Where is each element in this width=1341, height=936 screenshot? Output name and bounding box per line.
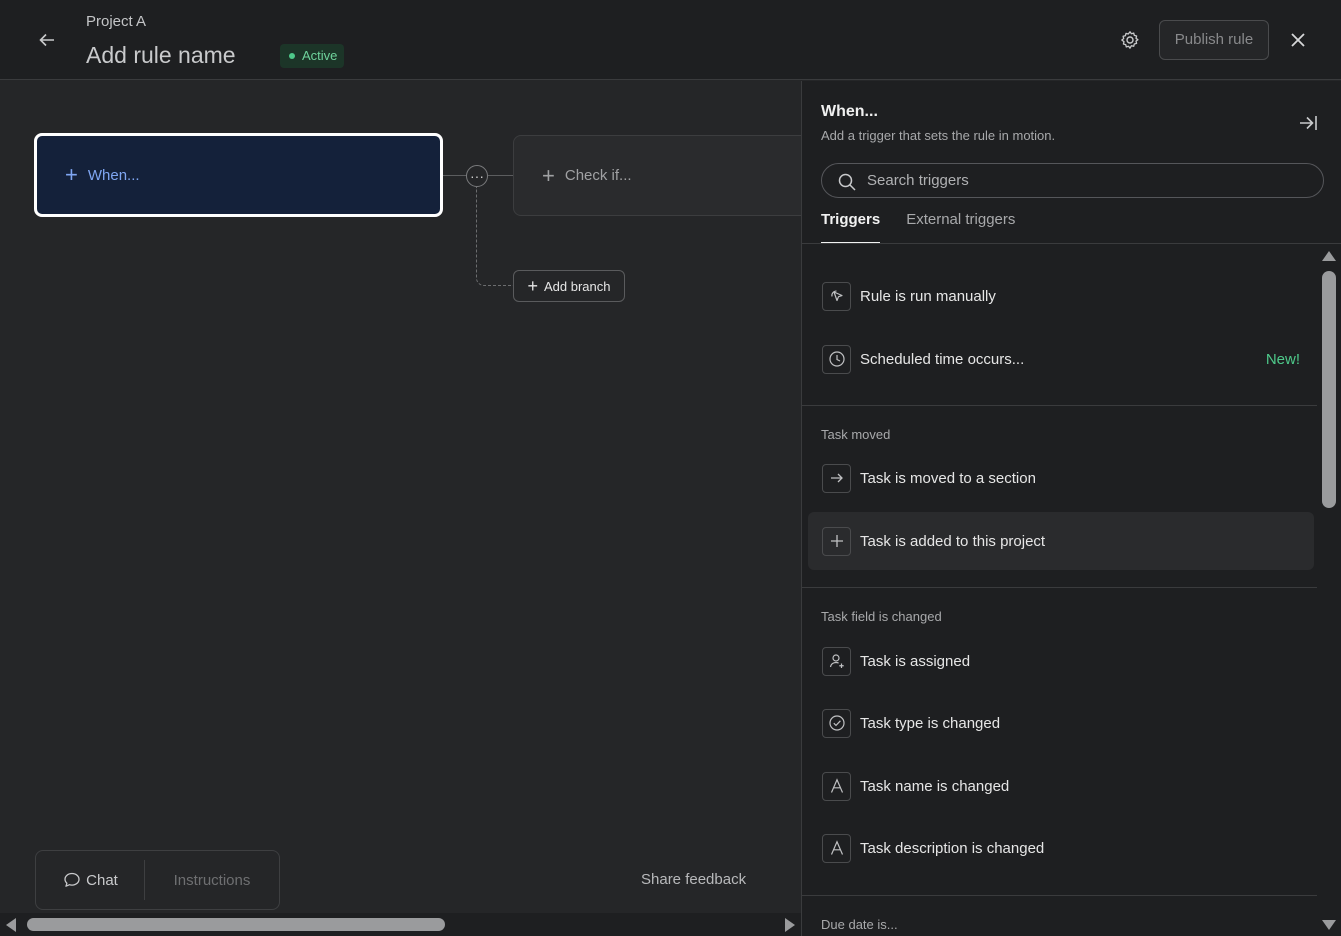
arrow-left-icon	[39, 33, 54, 47]
collapse-panel-button[interactable]	[1296, 111, 1320, 135]
new-badge: New!	[1265, 350, 1300, 368]
branch-connector-line	[476, 187, 514, 286]
more-options-button[interactable]: ···	[466, 165, 488, 187]
scroll-right-arrow-icon[interactable]	[785, 918, 795, 932]
instructions-button[interactable]: Instructions	[145, 851, 279, 909]
rule-name-title[interactable]: Add rule name	[86, 42, 236, 69]
trigger-tabs: Triggers External triggers	[821, 208, 1041, 244]
user-add-icon	[822, 646, 851, 676]
trigger-item-label: Task is added to this project	[860, 532, 1046, 550]
collapse-right-icon	[1300, 116, 1317, 130]
section-header-task-moved: Task moved	[821, 427, 891, 442]
when-trigger-node[interactable]: + When...	[34, 133, 443, 217]
section-header-due-date: Due date is...	[821, 917, 898, 932]
search-triggers-input[interactable]	[867, 164, 1307, 197]
search-triggers-field[interactable]	[821, 163, 1324, 198]
plus-icon: +	[542, 162, 555, 188]
check-node-label: Check if...	[564, 167, 632, 184]
section-divider	[802, 587, 1318, 588]
scroll-up-arrow-icon[interactable]	[1322, 251, 1336, 261]
trigger-item-run-manually[interactable]: Rule is run manually	[808, 267, 1314, 325]
tab-external-triggers[interactable]: External triggers	[906, 208, 1015, 244]
section-divider	[802, 405, 1318, 406]
trigger-item-task-name-changed[interactable]: Task name is changed	[808, 757, 1314, 815]
section-header-task-field-changed: Task field is changed	[821, 609, 942, 624]
chat-toolbar: Chat Instructions	[35, 850, 280, 910]
trigger-item-label: Task name is changed	[860, 777, 1010, 795]
add-branch-label: Add branch	[544, 278, 611, 294]
clock-icon	[822, 344, 851, 374]
status-badge: Active	[280, 44, 345, 68]
trigger-item-label: Task description is changed	[860, 839, 1045, 857]
horizontal-scroll-thumb[interactable]	[27, 918, 445, 931]
speech-bubble-icon	[64, 872, 80, 887]
chat-label: Chat	[86, 871, 118, 889]
trigger-item-label: Task is assigned	[860, 652, 971, 670]
trigger-item-task-assigned[interactable]: Task is assigned	[808, 632, 1314, 690]
rule-canvas[interactable]: + When... ··· + Check if... + Add branch…	[0, 81, 801, 936]
trigger-item-label: Task type is changed	[860, 714, 1001, 732]
scroll-down-arrow-icon[interactable]	[1322, 920, 1336, 930]
cursor-click-icon	[822, 281, 851, 311]
back-button[interactable]	[33, 26, 61, 54]
section-divider	[802, 895, 1318, 896]
trigger-item-task-type-changed[interactable]: Task type is changed	[808, 694, 1314, 752]
connector-line	[443, 175, 467, 176]
trigger-item-label: Scheduled time occurs...	[860, 350, 1025, 368]
publish-rule-button[interactable]: Publish rule	[1159, 20, 1269, 60]
check-circle-icon	[822, 708, 851, 738]
check-if-node[interactable]: + Check if...	[513, 135, 801, 216]
letter-a-icon	[822, 771, 851, 801]
ellipsis-icon: ···	[470, 168, 484, 184]
status-dot-icon	[289, 53, 295, 59]
plus-icon	[822, 526, 851, 556]
share-feedback-link[interactable]: Share feedback	[641, 871, 746, 888]
plus-icon: +	[527, 276, 538, 296]
gear-icon	[1121, 31, 1139, 49]
top-header: Project A Add rule name Active Publish r…	[0, 0, 1341, 80]
trigger-item-added-to-project[interactable]: Task is added to this project	[808, 512, 1314, 570]
search-icon	[838, 173, 856, 191]
trigger-panel: When... Add a trigger that sets the rule…	[801, 81, 1341, 936]
vertical-scroll-thumb[interactable]	[1322, 271, 1336, 508]
scroll-left-arrow-icon[interactable]	[6, 918, 16, 932]
status-label: Active	[302, 48, 338, 63]
trigger-item-scheduled-time[interactable]: Scheduled time occurs... New!	[808, 330, 1314, 388]
arrow-right-icon	[822, 463, 851, 493]
settings-button[interactable]	[1117, 27, 1143, 53]
chat-button[interactable]: Chat	[36, 851, 144, 909]
trigger-list: Rule is run manually Scheduled time occu…	[802, 244, 1318, 936]
connector-line	[488, 175, 514, 176]
horizontal-scrollbar[interactable]	[0, 913, 801, 936]
project-breadcrumb[interactable]: Project A	[86, 13, 146, 30]
letter-a-icon	[822, 833, 851, 863]
panel-title: When...	[821, 103, 878, 120]
plus-icon: +	[65, 162, 78, 187]
trigger-item-label: Task is moved to a section	[860, 469, 1036, 487]
close-icon	[1291, 33, 1305, 47]
trigger-item-moved-to-section[interactable]: Task is moved to a section	[808, 449, 1314, 507]
vertical-scrollbar[interactable]	[1317, 244, 1341, 936]
close-button[interactable]	[1285, 27, 1311, 53]
add-branch-button[interactable]: + Add branch	[513, 270, 625, 302]
panel-subtitle: Add a trigger that sets the rule in moti…	[821, 128, 1056, 143]
when-node-label: When...	[87, 166, 140, 184]
trigger-item-label: Rule is run manually	[860, 287, 996, 305]
tab-triggers[interactable]: Triggers	[821, 208, 881, 244]
trigger-item-task-description-changed[interactable]: Task description is changed	[808, 819, 1314, 877]
